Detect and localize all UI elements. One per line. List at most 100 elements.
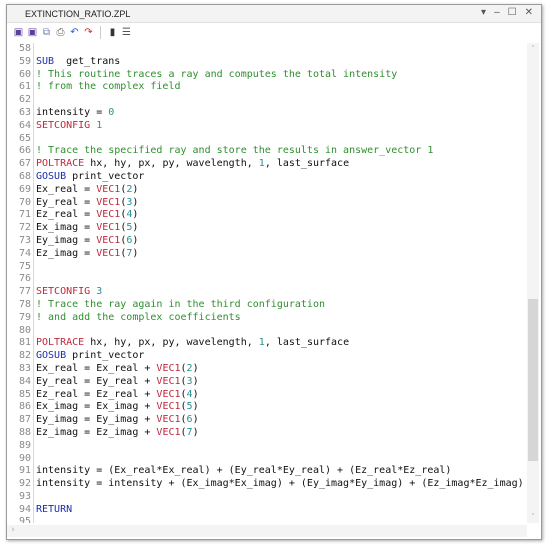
code-line[interactable]: 64 SETCONFIG 1 (7, 119, 527, 133)
code-line[interactable]: 94 RETURN (7, 503, 527, 517)
code-line[interactable]: 71 Ez_real = VEC1(4) (7, 209, 527, 223)
code-line[interactable]: 93 (7, 490, 527, 504)
code-line[interactable]: 58 (7, 43, 527, 56)
token-text: Ey_imag = Ey_imag + (36, 414, 157, 426)
code-text: Ez_real = VEC1(4) (36, 209, 138, 222)
toggle-icon[interactable]: ▮ (107, 27, 118, 38)
code-line[interactable]: 60! This routine traces a ray and comput… (7, 68, 527, 82)
dropdown-icon[interactable]: ▾ (481, 7, 486, 18)
token-text: hx, hy, px, py, wavelength, (84, 337, 259, 349)
code-line[interactable]: 68 GOSUB print_vector (7, 170, 527, 184)
line-number: 89 (7, 439, 34, 453)
code-line[interactable]: 87 Ey_imag = Ey_imag + VEC1(6) (7, 414, 527, 427)
code-line[interactable]: 70 Ey_real = VEC1(3) (7, 196, 527, 210)
token-cmd: VEC1 (96, 222, 121, 234)
code-line[interactable]: 79! and add the complex coefficients (7, 311, 527, 325)
code-line[interactable]: 59 SUB get_trans (7, 55, 527, 69)
code-line[interactable]: 78! Trace the ray again in the third con… (7, 298, 527, 312)
token-cmd: SETCONFIG (36, 286, 91, 298)
code-line[interactable]: 75 (7, 260, 527, 274)
code-line[interactable]: 90 (7, 452, 527, 466)
close-button[interactable]: ✕ (525, 7, 533, 18)
scroll-down-icon[interactable]: ˅ (527, 513, 539, 521)
code-text: Ey_imag = Ey_imag + VEC1(6) (36, 414, 199, 427)
save-icon[interactable]: ▣ (13, 27, 24, 38)
code-line[interactable]: 72 Ex_imag = VEC1(5) (7, 222, 527, 235)
token-text: ) (192, 375, 199, 387)
code-line[interactable]: 95 (7, 516, 527, 523)
token-cmd: VEC1 (156, 362, 181, 374)
horizontal-scrollbar[interactable]: › (7, 525, 527, 537)
token-text: Ez_imag = Ez_imag + (36, 426, 157, 438)
vertical-scrollbar[interactable]: ˄ ˅ (527, 43, 539, 523)
save-as-icon[interactable]: ▣ (27, 27, 38, 38)
code-text: POLTRACE hx, hy, px, py, wavelength, 1, … (36, 337, 349, 350)
token-cmt: ! Trace the ray again in the third confi… (36, 298, 325, 310)
token-text: ) (132, 247, 139, 259)
line-number: 67 (7, 158, 34, 171)
code-line[interactable]: 62 (7, 94, 527, 107)
code-text: RETURN (36, 504, 72, 517)
code-text: Ex_real = Ex_real + VEC1(2) (36, 363, 199, 376)
code-line[interactable]: 91 intensity = (Ex_real*Ex_real) + (Ey_re… (7, 465, 527, 479)
code-line[interactable]: 76 (7, 273, 527, 287)
scroll-thumb[interactable] (528, 299, 538, 461)
code-text: SETCONFIG 3 (36, 286, 102, 299)
token-text: Ez_real = Ez_real + (36, 388, 157, 400)
code-line[interactable]: 86 Ex_imag = Ex_imag + VEC1(5) (7, 401, 527, 415)
code-text: intensity = (Ex_real*Ex_real) + (Ey_real… (36, 465, 451, 478)
code-line[interactable]: 89 (7, 439, 527, 453)
token-cmt: ! Trace the specified ray and store the … (36, 145, 434, 157)
token-text: ) (192, 426, 199, 438)
code-text: Ez_imag = VEC1(7) (36, 248, 138, 261)
code-text: ! Trace the specified ray and store the … (36, 145, 433, 158)
token-cmd: VEC1 (96, 196, 121, 208)
redo-icon[interactable]: ↷ (83, 27, 94, 38)
token-text: ) (192, 388, 199, 400)
line-number: 69 (7, 183, 34, 197)
list-icon[interactable]: ☰ (121, 27, 132, 38)
token-text: Ex_imag = Ex_imag + (36, 401, 157, 413)
minimize-button[interactable]: – (494, 7, 500, 18)
code-editor[interactable]: 58 59 SUB get_trans 60! This routine traces… (7, 43, 527, 523)
code-line[interactable]: 73 Ey_imag = VEC1(6) (7, 234, 527, 248)
code-line[interactable]: 83 Ex_real = Ex_real + VEC1(2) (7, 362, 527, 376)
scroll-right-icon[interactable]: › (7, 525, 19, 535)
code-text: Ey_imag = VEC1(6) (36, 235, 138, 248)
copy-icon[interactable]: ⧉ (41, 27, 52, 38)
token-text: Ex_imag = (36, 222, 97, 234)
token-text: intensity = intensity + (Ex_imag*Ex_imag… (36, 478, 524, 490)
token-cmd: VEC1 (96, 247, 121, 259)
undo-icon[interactable]: ↶ (69, 27, 80, 38)
maximize-button[interactable]: ☐ (508, 7, 517, 18)
code-line[interactable]: 67 POLTRACE hx, hy, px, py, wavelength, 1… (7, 158, 527, 171)
code-line[interactable]: 88 Ez_imag = Ez_imag + VEC1(7) (7, 426, 527, 440)
code-line[interactable]: 92 intensity = intensity + (Ex_imag*Ex_im… (7, 478, 527, 491)
code-line[interactable]: 85 Ez_real = Ez_real + VEC1(4) (7, 388, 527, 402)
code-line[interactable]: 77 SETCONFIG 3 (7, 286, 527, 299)
line-number: 91 (7, 465, 34, 479)
code-line[interactable]: 69 Ex_real = VEC1(2) (7, 183, 527, 197)
code-line[interactable]: 61! from the complex field (7, 81, 527, 95)
code-line[interactable]: 80 (7, 324, 527, 338)
code-line[interactable]: 63 intensity = 0 (7, 106, 527, 120)
toolbar: ▣ ▣ ⧉ ⎙ ↶ ↷ ▮ ☰ (7, 23, 541, 41)
token-kw: RETURN (36, 503, 73, 515)
line-number: 70 (7, 196, 34, 210)
token-text: Ez_real = (36, 209, 97, 221)
code-text: POLTRACE hx, hy, px, py, wavelength, 1, … (36, 158, 349, 171)
code-line[interactable]: 81 POLTRACE hx, hy, px, py, wavelength, 1… (7, 337, 527, 351)
scroll-up-icon[interactable]: ˄ (527, 45, 539, 53)
token-cmd: SETCONFIG (36, 119, 91, 131)
code-line[interactable]: 74 Ez_imag = VEC1(7) (7, 247, 527, 261)
code-line[interactable]: 65 (7, 132, 527, 146)
token-cmt: ! from the complex field (36, 81, 181, 93)
code-line[interactable]: 66! Trace the specified ray and store th… (7, 145, 527, 159)
token-cmd: VEC1 (156, 388, 181, 400)
code-line[interactable]: 82 GOSUB print_vector (7, 350, 527, 363)
line-number: 58 (7, 43, 34, 56)
token-text: print_vector (66, 170, 145, 182)
print-icon[interactable]: ⎙ (55, 27, 66, 38)
token-num: 0 (108, 106, 115, 118)
code-line[interactable]: 84 Ey_real = Ey_real + VEC1(3) (7, 375, 527, 389)
